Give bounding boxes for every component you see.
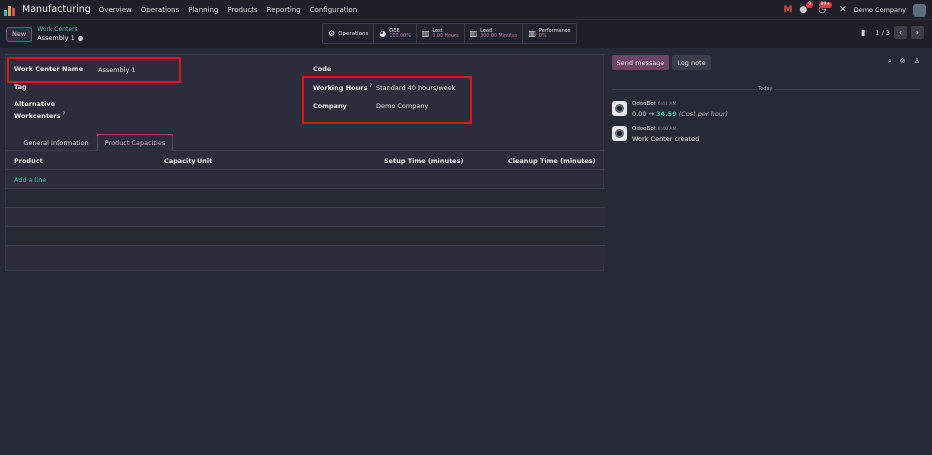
operations-stat-button[interactable]: ⚙ Operations — [323, 24, 375, 43]
column-capacity[interactable]: Capacity — [164, 157, 196, 165]
chat-badge: 9 — [806, 2, 814, 8]
empty-table-row — [6, 208, 605, 226]
company-switcher[interactable]: Demo Company — [854, 6, 906, 14]
new-button[interactable]: New — [6, 26, 33, 42]
table-header-divider — [6, 169, 605, 170]
alternative-workcenters-label-text: Workcenters — [14, 112, 61, 121]
highlight-box-work-center-name — [7, 57, 181, 83]
code-label: Code — [313, 65, 332, 73]
menu-configuration[interactable]: Configuration — [310, 6, 357, 14]
menu-reporting[interactable]: Reporting — [267, 6, 301, 14]
tools-icon[interactable]: ✕ — [839, 5, 847, 15]
message-time: 6:41 AM — [657, 102, 677, 107]
paperclip-icon[interactable]: ⊘ — [900, 57, 906, 66]
log-note-button[interactable]: Log note — [672, 55, 711, 70]
stat-buttons: ⚙ Operations ◕ OEE 100.00% ▥ Lost 0.00 Hou… — [322, 23, 577, 44]
systray: M ● 9 ◷ 99+ ✕ Demo Company — [783, 0, 926, 20]
bar-chart-icon: ▥ — [421, 29, 430, 38]
column-setup-time[interactable]: Setup Time (minutes) — [384, 157, 463, 165]
manufacturing-logo-icon[interactable] — [4, 4, 18, 16]
empty-table-row — [6, 227, 605, 245]
load-value: 300.00 Minutes — [480, 33, 518, 39]
date-divider-label: Today — [756, 86, 775, 92]
breadcrumb-current-label: Assembly 1 — [37, 34, 75, 42]
pager-next-button[interactable]: › — [911, 26, 924, 39]
tab-product-capacities[interactable]: Product Capacities — [97, 134, 173, 151]
clock-icon[interactable]: ◷ 99+ — [818, 2, 833, 15]
search-icon[interactable]: ⌕ — [888, 57, 892, 66]
message-author: OdooBot 6:41 AM — [632, 101, 677, 107]
empty-table-row — [6, 246, 605, 264]
breadcrumb-current: Assembly 1 — [37, 34, 83, 42]
performance-stat-button[interactable]: ▥ Performance 0% — [523, 24, 575, 43]
followers-icon[interactable]: ♙ — [914, 57, 920, 66]
odoobot-avatar[interactable] — [612, 101, 627, 116]
alternative-workcenters-label: Alternative — [14, 100, 55, 108]
message-time: 6:40 AM — [657, 127, 677, 132]
tracking-value-message: 0.00 → 34.59 (Cost per hour) — [632, 110, 728, 118]
column-cleanup-time[interactable]: Cleanup Time (minutes) — [508, 157, 596, 165]
notebook-tabs: General Information Product Capacities — [6, 132, 605, 151]
empty-table-row — [6, 189, 605, 207]
gear-icon[interactable] — [77, 35, 83, 41]
oee-stat-button[interactable]: ◕ OEE 100.00% — [374, 24, 417, 43]
menu-operations[interactable]: Operations — [141, 6, 179, 14]
tracking-old-value: 0.00 — [632, 110, 647, 118]
message-author-name: OdooBot — [632, 101, 656, 107]
oee-value: 100.00% — [389, 33, 411, 39]
tracking-field-name: (Cost per hour) — [678, 110, 729, 118]
pager: ▮ 1 / 3 ‹ › — [861, 26, 924, 39]
menu-planning[interactable]: Planning — [188, 6, 218, 14]
add-a-line-link[interactable]: Add a line — [14, 176, 46, 184]
bar-chart-icon: ▥ — [469, 29, 478, 38]
bar-chart-icon: ▥ — [528, 29, 536, 38]
performance-value: 0% — [538, 33, 547, 39]
gmail-icon[interactable]: M — [783, 5, 792, 15]
message-body: Work Center created — [632, 135, 700, 143]
top-navbar: Manufacturing Overview Operations Planni… — [0, 0, 932, 20]
chatter-topbar-icons: ⌕ ⊘ ♙ — [888, 57, 920, 66]
user-avatar[interactable] — [913, 3, 926, 17]
chat-icon[interactable]: ● 9 — [799, 2, 814, 15]
activity-badge: 99+ — [818, 2, 833, 8]
control-panel: New Work Centers Assembly 1 ⚙ Operations… — [0, 20, 932, 48]
gear-icon: ⚙ — [328, 29, 336, 38]
tag-label: Tag — [14, 83, 27, 91]
lost-stat-button[interactable]: ▥ Lost 0.00 Hours — [417, 24, 465, 43]
highlight-box-working-hours-company — [302, 76, 472, 124]
alternative-workcenters-label-2: Workcenters ? — [14, 111, 65, 120]
menu-overview[interactable]: Overview — [99, 6, 132, 14]
pager-value[interactable]: 1 / 3 — [875, 29, 890, 37]
menu-products[interactable]: Products — [227, 6, 257, 14]
lost-value: 0.00 Hours — [432, 33, 459, 39]
pager-previous-button[interactable]: ‹ — [894, 26, 907, 39]
column-product[interactable]: Product — [14, 157, 43, 165]
app-title[interactable]: Manufacturing — [22, 4, 91, 15]
message-author: OdooBot 6:40 AM — [632, 126, 677, 132]
column-unit[interactable]: Unit — [197, 157, 212, 165]
odoobot-avatar[interactable] — [612, 126, 627, 141]
arrow-right-icon: → — [648, 110, 655, 118]
breadcrumb: Work Centers Assembly 1 — [37, 26, 83, 42]
message-author-name: OdooBot — [632, 126, 656, 132]
breadcrumb-work-centers[interactable]: Work Centers — [37, 26, 83, 34]
tracking-new-value: 34.59 — [656, 110, 677, 118]
pie-chart-icon: ◕ — [379, 29, 387, 38]
operations-label: Operations — [338, 30, 369, 37]
load-stat-button[interactable]: ▥ Load 300.00 Minutes — [465, 24, 524, 43]
tab-general-information[interactable]: General Information — [16, 134, 96, 151]
send-message-button[interactable]: Send message — [612, 55, 669, 70]
help-tooltip-icon[interactable]: ? — [63, 111, 65, 116]
document-icon[interactable]: ▮ — [861, 28, 865, 37]
